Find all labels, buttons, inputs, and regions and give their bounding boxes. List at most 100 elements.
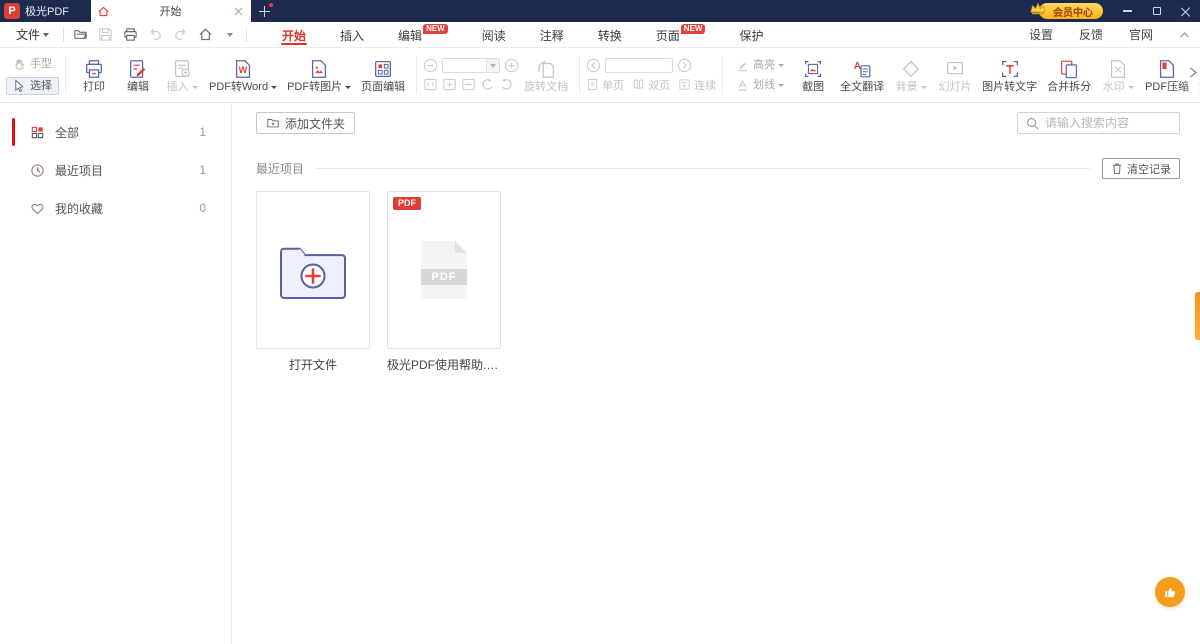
continuous-button[interactable]: 连续 [678, 77, 716, 93]
ribbon-tab-read[interactable]: 阅读 [476, 22, 512, 47]
ribbon-tab-label: 注释 [539, 29, 564, 43]
page-number-input[interactable] [605, 57, 674, 73]
image-to-text-button[interactable]: 图片转文字 [977, 51, 1042, 99]
page-edit-button[interactable]: 页面编辑 [356, 51, 410, 99]
edit-label: 编辑 [127, 80, 149, 93]
double-page-button[interactable]: 双页 [632, 77, 670, 93]
underline-button[interactable]: 划线 [729, 77, 791, 94]
pdf-to-image-icon [312, 59, 327, 78]
tab-start[interactable]: 开始 [91, 0, 251, 22]
side-panel-handle[interactable] [1195, 292, 1200, 340]
ribbon-tab-start[interactable]: 开始 [276, 22, 312, 47]
ribbon-tab-edit[interactable]: 编辑 NEW [392, 22, 454, 47]
rotate-left-icon[interactable] [480, 77, 495, 92]
feedback-like-button[interactable] [1155, 577, 1185, 607]
rotate-document-icon [538, 59, 555, 78]
watermark-button[interactable]: 水印 [1096, 51, 1140, 99]
fit-width-button[interactable] [461, 77, 476, 92]
settings-link[interactable]: 设置 [1029, 26, 1053, 43]
heart-icon [31, 203, 44, 214]
divider [579, 56, 581, 94]
single-page-icon [587, 78, 598, 91]
fit-page-button[interactable] [442, 77, 457, 92]
clear-history-label: 清空记录 [1127, 163, 1171, 176]
actual-size-button[interactable] [423, 77, 438, 92]
clock-icon [31, 163, 44, 177]
redo-icon[interactable] [172, 27, 188, 43]
sidebar-item-count: 0 [199, 201, 206, 215]
app-name: 极光PDF [25, 6, 69, 18]
sidebar-item-all[interactable]: 全部 1 [0, 113, 231, 151]
recent-file-label[interactable]: 极光PDF使用帮助.pdf [387, 356, 501, 373]
minimize-button[interactable] [1113, 0, 1142, 22]
highlight-button[interactable]: 高亮 [729, 57, 791, 74]
minimize-icon [1123, 10, 1132, 12]
page-navigation: 单页 双页 连续 [586, 57, 716, 93]
save-icon[interactable] [97, 27, 113, 43]
search-box[interactable] [1017, 112, 1180, 134]
print-label: 打印 [83, 80, 105, 93]
open-file-card[interactable] [256, 191, 370, 349]
insert-button[interactable]: 插入 [160, 51, 204, 99]
single-page-button[interactable]: 单页 [586, 77, 624, 93]
pointer-tools-group: 手型 选择 [6, 55, 59, 95]
clear-history-button[interactable]: 清空记录 [1102, 158, 1180, 179]
app-logo: P 极光PDF [0, 0, 77, 22]
customize-caret-icon[interactable] [222, 27, 238, 43]
pdf-to-word-icon: W [235, 59, 251, 78]
recent-file-card[interactable]: PDF PDF [387, 191, 501, 349]
ribbon-tab-protect[interactable]: 保护 [733, 22, 769, 47]
logo-letter: P [8, 5, 16, 17]
maximize-button[interactable] [1142, 0, 1171, 22]
add-folder-button[interactable]: 添加文件夹 [256, 112, 356, 134]
zoom-in-button[interactable] [504, 58, 519, 73]
pdf-to-word-button[interactable]: W PDF转Word [204, 51, 282, 99]
sidebar-item-label: 最近项目 [55, 163, 104, 178]
merge-split-button[interactable]: 合并拆分 [1042, 51, 1096, 99]
zoom-level-select[interactable] [442, 58, 501, 73]
collapse-ribbon-icon[interactable] [1179, 31, 1190, 39]
file-menu[interactable]: 文件 [10, 26, 55, 43]
home-quick-icon[interactable] [197, 27, 213, 43]
toolbar-more-icon[interactable] [1188, 65, 1198, 85]
feedback-link[interactable]: 反馈 [1079, 26, 1103, 43]
rotate-document-button[interactable]: 旋转文档 [519, 51, 573, 99]
sidebar-item-recent[interactable]: 最近项目 1 [0, 151, 231, 189]
rotate-document-label: 旋转文档 [524, 80, 569, 93]
recent-files-grid: 打开文件 PDF PDF 极光PDF使用帮助.pdf [256, 191, 1200, 373]
pdf-to-image-button[interactable]: PDF转图片 [282, 51, 356, 99]
print-quick-icon[interactable] [122, 27, 138, 43]
tab-close-icon[interactable] [231, 4, 245, 18]
search-input[interactable] [1045, 116, 1171, 130]
sidebar-item-favorites[interactable]: 我的收藏 0 [0, 189, 231, 227]
slideshow-icon [947, 61, 964, 74]
background-button[interactable]: 背景 [889, 51, 933, 99]
pdf-file-icon: PDF [421, 241, 467, 299]
select-tool-button[interactable]: 选择 [6, 76, 59, 95]
undo-icon[interactable] [147, 27, 163, 43]
open-file-icon[interactable] [72, 27, 88, 43]
new-tab-button[interactable] [251, 0, 277, 22]
print-button[interactable]: 打印 [72, 51, 116, 99]
zoom-out-button[interactable] [423, 58, 438, 73]
translate-button[interactable]: A 全文翻译 [835, 51, 889, 99]
open-file-label[interactable]: 打开文件 [289, 356, 337, 373]
screenshot-button[interactable]: 截图 [791, 51, 835, 99]
ribbon-tab-annotate[interactable]: 注释 [534, 22, 570, 47]
close-button[interactable] [1171, 0, 1200, 22]
active-indicator [12, 118, 15, 146]
pdf-compress-button[interactable]: PDF压缩 [1140, 51, 1194, 99]
edit-button[interactable]: 编辑 [116, 51, 160, 99]
previous-page-button[interactable] [586, 58, 601, 73]
ribbon-tab-insert[interactable]: 插入 [334, 22, 370, 47]
rotate-right-icon[interactable] [499, 77, 514, 92]
ribbon-tab-page[interactable]: 页面 NEW [650, 22, 712, 47]
next-page-button[interactable] [677, 58, 692, 73]
divider [416, 56, 418, 94]
ribbon-tab-convert[interactable]: 转换 [592, 22, 628, 47]
hand-tool-button[interactable]: 手型 [6, 55, 59, 73]
member-center-button[interactable]: 会员中心 [1029, 0, 1103, 22]
website-link[interactable]: 官网 [1129, 26, 1153, 43]
slideshow-button[interactable]: 幻灯片 [933, 51, 977, 99]
screenshot-icon [805, 60, 822, 77]
